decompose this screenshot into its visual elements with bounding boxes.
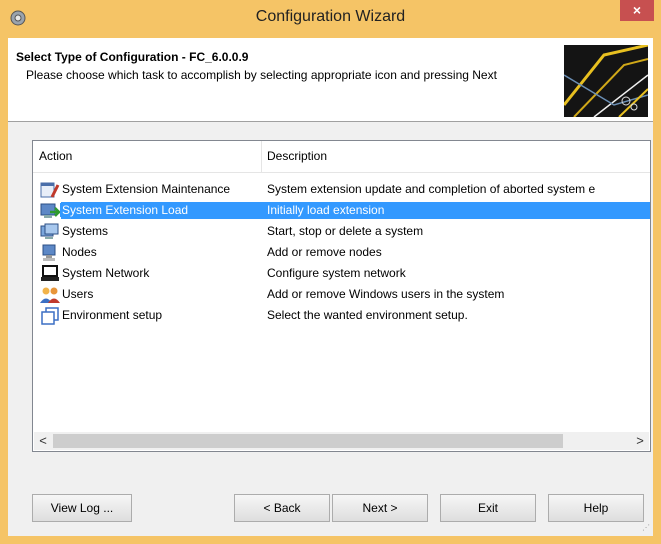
action-label: Users — [62, 287, 94, 301]
exit-button[interactable]: Exit — [440, 494, 536, 522]
help-button[interactable]: Help — [548, 494, 644, 522]
scroll-left-arrow-icon[interactable]: < — [34, 432, 52, 450]
action-description: Initially load extension — [267, 203, 650, 217]
action-label: System Network — [62, 266, 150, 280]
scroll-right-arrow-icon[interactable]: > — [631, 432, 649, 450]
nodes-icon — [42, 244, 56, 261]
page-title: Select Type of Configuration - FC_6.0.0.… — [16, 50, 249, 64]
action-label: System Extension Load — [60, 203, 191, 217]
list-item[interactable]: Nodes Add or remove nodes — [35, 242, 650, 263]
page-description: Please choose which task to accomplish b… — [26, 68, 497, 82]
scroll-thumb[interactable] — [53, 434, 563, 448]
view-log-button[interactable]: View Log ... — [32, 494, 132, 522]
network-icon — [41, 265, 59, 281]
action-label: System Extension Maintenance — [62, 182, 231, 196]
action-description: Select the wanted environment setup. — [267, 308, 468, 322]
close-button[interactable]: × — [620, 0, 654, 21]
list-item[interactable]: Environment setup Select the wanted envi… — [35, 305, 650, 326]
maintenance-icon — [40, 182, 60, 198]
column-header-description[interactable]: Description — [267, 149, 327, 163]
action-label: Nodes — [62, 245, 97, 259]
list-item[interactable]: System Extension Maintenance System exte… — [35, 179, 650, 200]
horizontal-scrollbar[interactable]: < > — [34, 432, 649, 450]
column-header-action[interactable]: Action — [39, 149, 72, 163]
action-label: Environment setup — [62, 308, 163, 322]
list-item[interactable]: Users Add or remove Windows users in the… — [35, 284, 650, 305]
window-title: Configuration Wizard — [255, 8, 406, 25]
action-list[interactable]: Action Description System Extension Main… — [32, 140, 651, 452]
action-description: Add or remove Windows users in the syste… — [267, 287, 505, 301]
wizard-header: Select Type of Configuration - FC_6.0.0.… — [8, 38, 653, 122]
list-item[interactable]: Systems Start, stop or delete a system — [35, 221, 650, 242]
resize-grip-icon[interactable]: ⋰ — [642, 523, 652, 533]
wizard-body: Select Type of Configuration - FC_6.0.0.… — [8, 38, 653, 536]
action-description: Configure system network — [267, 266, 406, 280]
list-item-selected[interactable]: System Extension Load Initially load ext… — [35, 200, 650, 221]
list-header: Action Description — [33, 141, 650, 173]
next-button[interactable]: Next > — [332, 494, 428, 522]
circuit-board-image — [564, 45, 648, 117]
list-item[interactable]: System Network Configure system network — [35, 263, 650, 284]
systems-icon — [40, 223, 59, 239]
action-description: System extension update and completion o… — [267, 182, 596, 196]
users-icon — [40, 287, 60, 303]
extension-load-icon — [40, 203, 60, 218]
action-description: Start, stop or delete a system — [267, 224, 424, 238]
column-divider[interactable] — [261, 141, 262, 173]
environment-icon — [41, 307, 59, 325]
action-label: Systems — [62, 224, 109, 238]
back-button[interactable]: < Back — [234, 494, 330, 522]
title-bar[interactable]: Configuration Wizard × — [0, 0, 661, 38]
action-description: Add or remove nodes — [267, 245, 382, 259]
configuration-wizard-window: Configuration Wizard × Select Type of Co… — [0, 0, 661, 544]
